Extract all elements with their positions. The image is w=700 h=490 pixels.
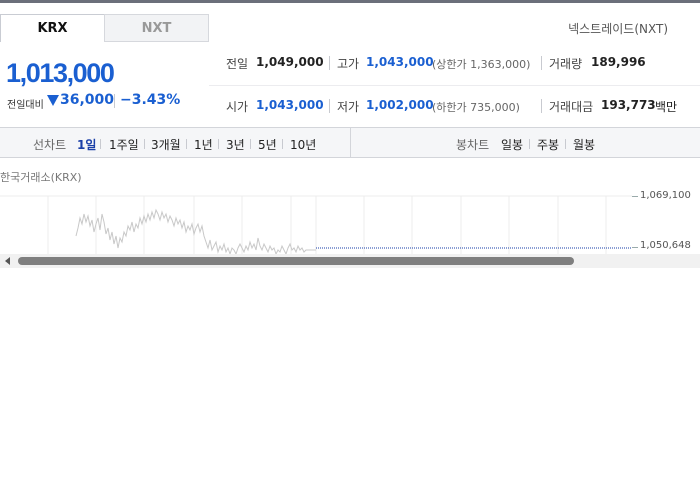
volume-label: 거래량	[549, 57, 583, 71]
range-separator	[144, 139, 145, 149]
prev-close-value: 1,049,000	[256, 55, 324, 69]
tab-nxt[interactable]: NXT	[104, 14, 209, 42]
amount-label: 거래대금	[549, 100, 594, 114]
stat-separator	[541, 56, 542, 70]
low-label: 저가	[337, 100, 360, 114]
change-separator	[114, 94, 115, 108]
candle-monthly[interactable]: 월봉	[573, 136, 595, 153]
prev-close-label: 전일	[226, 57, 249, 71]
change-label: 전일대비	[7, 100, 44, 111]
range-1d[interactable]: 1일	[77, 136, 96, 153]
line-chart-label: 선차트	[33, 138, 67, 152]
candle-chart-label: 봉차트	[456, 138, 490, 152]
chart-title: 한국거래소(KRX)	[0, 171, 82, 184]
y-tick-label: 1,050,648	[640, 240, 691, 251]
range-separator	[100, 139, 101, 149]
range-3m[interactable]: 3개월	[151, 136, 181, 153]
low-value: 1,002,000	[366, 98, 434, 112]
current-price: 1,013,000	[6, 58, 115, 88]
change-value: 36,000	[60, 92, 115, 108]
intraday-chart	[0, 195, 632, 254]
volume-value: 189,996	[591, 55, 646, 69]
lower-limit-note: (하한가 735,000)	[432, 101, 520, 114]
stat-separator	[541, 99, 542, 113]
high-value: 1,043,000	[366, 55, 434, 69]
y-tick-label: 1,069,100	[640, 190, 691, 201]
y-tick-mark	[632, 196, 638, 197]
range-3y[interactable]: 3년	[226, 136, 245, 153]
open-value: 1,043,000	[256, 98, 324, 112]
range-10y[interactable]: 10년	[290, 136, 316, 153]
range-separator	[186, 139, 187, 149]
candle-weekly[interactable]: 주봉	[537, 136, 559, 153]
range-separator	[218, 139, 219, 149]
upper-limit-note: (상한가 1,363,000)	[432, 58, 531, 71]
stats-divider	[209, 85, 700, 86]
range-separator	[529, 139, 530, 149]
down-arrow-icon	[47, 95, 59, 106]
range-bar-divider	[350, 127, 351, 158]
high-label: 고가	[337, 57, 360, 71]
change-percent: −3.43%	[120, 92, 181, 108]
chart-gridlines	[0, 195, 632, 254]
open-label: 시가	[226, 100, 249, 114]
stat-separator	[329, 99, 330, 113]
range-separator	[250, 139, 251, 149]
range-separator	[565, 139, 566, 149]
top-border	[0, 0, 700, 3]
y-tick-mark	[632, 247, 638, 248]
amount-value: 193,773	[601, 98, 656, 112]
tab-krx[interactable]: KRX	[0, 14, 105, 42]
candle-daily[interactable]: 일봉	[501, 136, 523, 153]
scroll-left-arrow-icon[interactable]	[5, 257, 10, 265]
nxt-link[interactable]: 넥스트레이드(NXT)	[568, 20, 668, 37]
price-line	[75, 208, 316, 254]
range-separator	[282, 139, 283, 149]
amount-unit: 백만	[655, 100, 678, 114]
stat-separator	[329, 56, 330, 70]
range-5y[interactable]: 5년	[258, 136, 277, 153]
range-1w[interactable]: 1주일	[109, 136, 139, 153]
scrollbar-thumb[interactable]	[18, 257, 574, 265]
range-1y[interactable]: 1년	[194, 136, 213, 153]
